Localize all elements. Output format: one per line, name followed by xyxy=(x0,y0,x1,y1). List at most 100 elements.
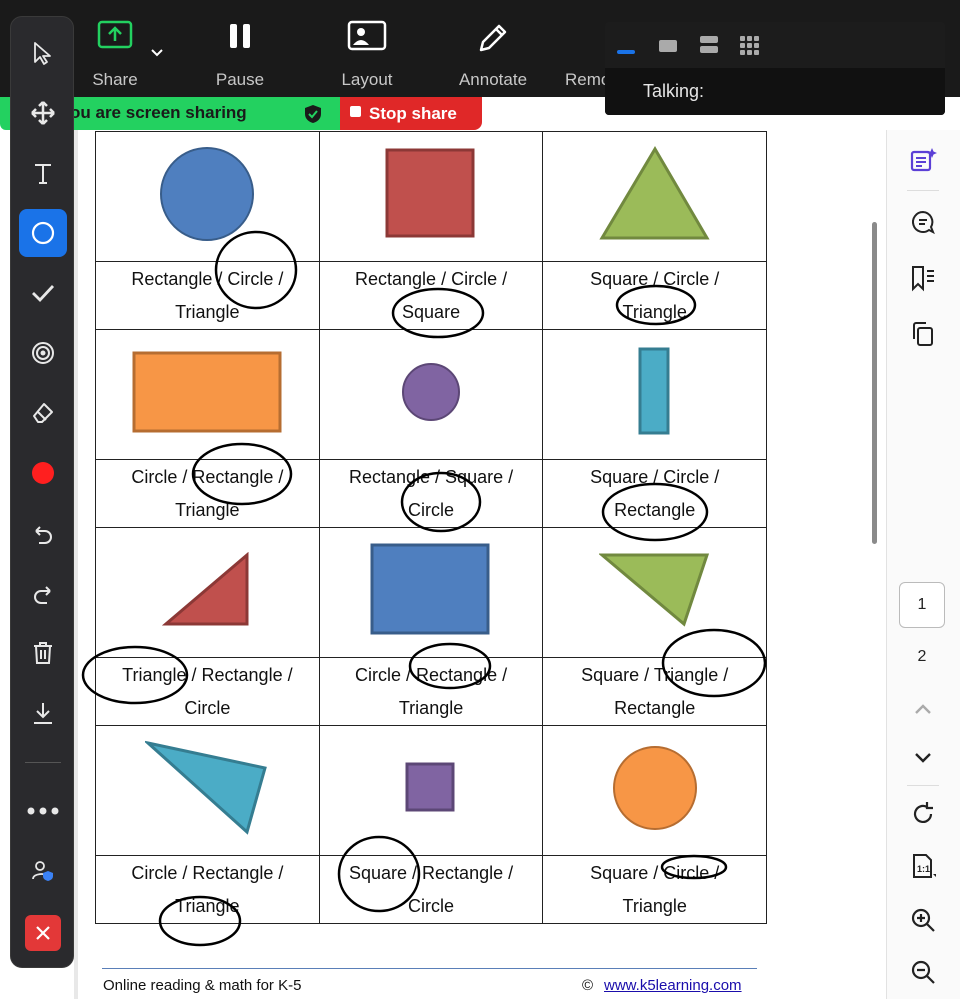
options-line: Triangle xyxy=(622,895,687,916)
shape-cell xyxy=(95,329,320,460)
draw-shape-tool[interactable] xyxy=(19,209,67,257)
stop-share-label: Stop share xyxy=(369,103,457,123)
text-tool[interactable] xyxy=(19,149,67,197)
view-options xyxy=(605,22,945,68)
zoom-in-icon xyxy=(911,908,935,932)
table-row xyxy=(95,725,767,856)
options-line: Rectangle / Circle / xyxy=(131,268,284,289)
chevron-down-icon xyxy=(915,753,931,763)
trash-icon xyxy=(34,642,52,664)
split-view-icon[interactable] xyxy=(698,34,720,56)
move-arrows-icon xyxy=(31,101,55,125)
share-button[interactable]: Share xyxy=(60,0,170,97)
square-shape xyxy=(405,762,455,812)
page-number-current[interactable]: 1 xyxy=(899,582,945,628)
actual-size-button[interactable]: 1:1 xyxy=(907,850,939,882)
move-tool[interactable] xyxy=(19,89,67,137)
undo-icon xyxy=(35,526,52,544)
document-left-edge xyxy=(74,130,78,999)
stop-square-icon xyxy=(350,105,361,117)
scrollbar-thumb[interactable] xyxy=(872,222,877,544)
layout-icon xyxy=(347,20,387,51)
zoom-out-button[interactable] xyxy=(907,956,939,988)
next-page-button[interactable] xyxy=(907,742,939,774)
table-row xyxy=(95,131,767,262)
shape-cell xyxy=(95,725,320,856)
undo-tool[interactable] xyxy=(19,509,67,557)
gallery-view-icon[interactable] xyxy=(738,34,762,58)
circle-shape xyxy=(160,147,255,241)
speaker-view-icon[interactable] xyxy=(615,34,637,56)
options-line: Rectangle / Square / xyxy=(349,466,514,487)
bookmarks-button[interactable] xyxy=(907,262,939,294)
pause-button[interactable]: Pause xyxy=(185,0,295,97)
share-screen-icon xyxy=(97,20,133,49)
more-dots-icon xyxy=(27,807,59,815)
options-line: Square / Rectangle / xyxy=(349,862,514,883)
layout-button[interactable]: Layout xyxy=(312,0,422,97)
zoom-in-button[interactable] xyxy=(907,904,939,936)
cursor-arrow-icon xyxy=(34,42,51,65)
shape-cell xyxy=(318,329,544,460)
color-tool[interactable] xyxy=(19,449,67,497)
pages-button[interactable] xyxy=(907,318,939,350)
rotate-button[interactable] xyxy=(907,798,939,830)
copy-pages-icon xyxy=(913,322,933,346)
select-tool[interactable] xyxy=(19,29,67,77)
options-line: Circle xyxy=(184,697,231,718)
annotate-button[interactable]: Annotate xyxy=(438,0,548,97)
comments-button[interactable] xyxy=(907,206,939,238)
options-line: Square / Circle / xyxy=(590,268,720,289)
options-line: Circle xyxy=(408,499,455,520)
toolbar-divider xyxy=(25,762,61,763)
triangle-shape xyxy=(162,551,249,626)
remote-control-button[interactable]: Remo xyxy=(545,0,610,97)
worksheet-table: Rectangle / Circle / Triangle Rectangle /… xyxy=(95,131,767,924)
options-line: Triangle xyxy=(622,301,687,322)
scrollbar-track[interactable] xyxy=(868,130,886,999)
rectangle-shape xyxy=(132,351,282,433)
table-row: Circle / Rectangle / Triangle Rectangle /… xyxy=(95,459,767,528)
footer-tagline: Online reading & math for K-5 xyxy=(103,977,302,994)
page-number-next[interactable]: 2 xyxy=(899,642,945,672)
stop-share-button[interactable]: Stop share xyxy=(340,97,482,130)
actual-size-icon: 1:1 xyxy=(913,854,936,878)
share-label: Share xyxy=(92,70,138,89)
shape-cell xyxy=(542,725,767,856)
eraser-tool[interactable] xyxy=(19,389,67,437)
options-line: Triangle / Rectangle / xyxy=(122,664,293,685)
circle-shape xyxy=(402,363,461,421)
footer-copyright: © xyxy=(582,977,594,994)
answer-cell: Square / Circle / Triangle xyxy=(542,261,767,330)
redo-tool[interactable] xyxy=(19,569,67,617)
sidebar-divider xyxy=(907,785,939,786)
options-line: Rectangle xyxy=(614,697,696,718)
rectangle-shape xyxy=(638,347,670,435)
options-line: Triangle xyxy=(175,301,240,322)
svg-text:1:1: 1:1 xyxy=(917,864,930,874)
previous-page-button[interactable] xyxy=(907,693,939,725)
shape-cell xyxy=(95,131,320,262)
close-icon xyxy=(36,926,50,940)
options-line: Triangle xyxy=(175,895,240,916)
close-annotation-button[interactable] xyxy=(25,915,61,951)
pencil-icon xyxy=(479,24,507,52)
answer-cell: Circle / Rectangle / Triangle xyxy=(318,657,544,726)
options-line: Triangle xyxy=(175,499,240,520)
annotator-name-tool[interactable] xyxy=(19,847,67,895)
talking-label: Talking: xyxy=(643,81,705,101)
ai-summary-button[interactable] xyxy=(907,144,939,176)
spotlight-tool[interactable] xyxy=(19,329,67,377)
thumbnail-view-icon[interactable] xyxy=(657,36,679,54)
chevron-down-icon[interactable] xyxy=(150,48,164,58)
answer-cell: Rectangle / Circle / Triangle xyxy=(95,261,320,330)
more-tool[interactable] xyxy=(19,787,67,835)
color-dot-icon xyxy=(32,462,54,484)
footer-link[interactable]: www.k5learning.com xyxy=(604,977,742,994)
checkmark-icon xyxy=(32,285,55,303)
stamp-tool[interactable] xyxy=(19,269,67,317)
clear-tool[interactable] xyxy=(19,629,67,677)
answer-cell: Rectangle / Square / Circle xyxy=(318,459,544,528)
answer-cell: Square / Circle / Triangle xyxy=(542,855,767,924)
save-tool[interactable] xyxy=(19,689,67,737)
